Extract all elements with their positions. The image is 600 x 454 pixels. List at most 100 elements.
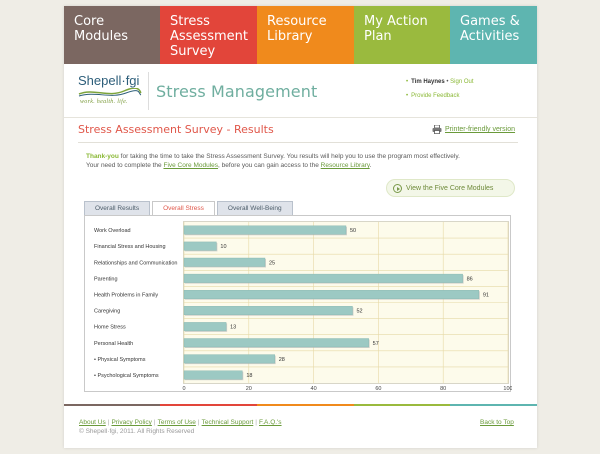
view-core-modules-label: View the Five Core Modules	[406, 184, 494, 192]
intro-text: Thank-you for taking the time to take th…	[86, 152, 516, 170]
chart-frame: 0 20 40 60 80 100 Work Overload 50 Financial Str…	[84, 215, 512, 392]
footer-separator: |	[153, 419, 156, 426]
nav-item-label: Activities	[460, 29, 520, 44]
category-label: • Psychological Symptoms	[94, 373, 159, 379]
tab-overall-results[interactable]: Overall Results	[84, 201, 151, 215]
category-label: Health Problems in Family	[94, 292, 158, 298]
x-tick-label: 0	[182, 386, 185, 392]
logo-name: Shepell·fgi	[78, 73, 140, 88]
bar	[183, 289, 480, 299]
bar-value-label: 52	[356, 309, 362, 315]
footer-separator: |	[107, 419, 110, 426]
nav-item-games-activities[interactable]: Games & Activities	[450, 6, 537, 64]
footer-link-technical-support[interactable]: Technical Support	[202, 419, 254, 426]
nav-item-core-modules[interactable]: Core Modules	[64, 6, 160, 64]
footer-color-segment	[64, 404, 160, 406]
bar-value-label: 28	[279, 357, 285, 363]
bar-value-label: 50	[350, 228, 356, 234]
results-tabs: Overall Results Overall Stress Overall Wel…	[84, 201, 295, 215]
bar	[183, 338, 369, 348]
logo-tagline: work. health. life.	[80, 99, 128, 105]
bar-value-label: 57	[373, 341, 379, 347]
logo-swoosh-icon	[78, 88, 142, 97]
nav-item-stress-assessment-survey[interactable]: Stress Assessment Survey	[160, 6, 257, 64]
nav-item-my-action-plan[interactable]: My Action Plan	[354, 6, 450, 64]
intro-line2-c: .	[369, 162, 372, 169]
nav-item-label: Plan	[364, 29, 392, 44]
bullet-icon: •	[406, 79, 409, 85]
bar-value-label: 18	[246, 373, 252, 379]
nav-item-label: Games &	[460, 14, 520, 29]
user-box: • Tim Haynes • Sign Out • Provide Feedback	[406, 79, 474, 99]
user-name: Tim Haynes	[411, 79, 445, 85]
provide-feedback-link[interactable]: Provide Feedback	[411, 93, 459, 99]
shepell-fgi-logo[interactable]: Shepell·fgi work. health. life.	[78, 73, 148, 109]
bar	[183, 257, 266, 267]
category-label: Parenting	[94, 276, 118, 282]
footer-color-segment	[450, 404, 537, 406]
tab-overall-stress[interactable]: Overall Stress	[152, 201, 215, 215]
intro-line2-b: , before you can gain access to the	[218, 162, 321, 169]
page-heading: Stress Management	[156, 82, 318, 101]
title-divider	[78, 142, 518, 143]
arrow-circle-icon	[393, 183, 402, 193]
footer-separator: |	[255, 419, 257, 426]
nav-item-label: Stress	[170, 14, 210, 29]
intro-line1: for taking the time to take the Stress A…	[118, 153, 460, 160]
category-label: • Physical Symptoms	[94, 357, 146, 363]
category-label: Personal Health	[94, 341, 133, 347]
footer-link-terms-of-use[interactable]: Terms of Use	[158, 419, 196, 426]
overall-stress-chart: 0 20 40 60 80 100 Work Overload 50 Financial Str…	[94, 222, 512, 392]
results-title: Stress Assessment Survey - Results	[78, 123, 274, 136]
footer-color-segment	[160, 404, 257, 406]
back-to-top-link[interactable]: Back to Top	[480, 419, 514, 426]
bar-value-label: 91	[483, 292, 489, 298]
x-tick-label: 60	[375, 386, 381, 392]
footer-color-segment	[354, 404, 450, 406]
main-nav: Core Modules Stress Assessment Survey Resour…	[64, 6, 537, 64]
nav-item-label: Survey	[170, 44, 216, 59]
header-divider	[148, 72, 149, 110]
nav-item-resource-library[interactable]: Resource Library	[257, 6, 354, 64]
nav-item-label: My Action	[364, 14, 428, 29]
footer-separator: |	[197, 419, 200, 426]
category-label: Relationships and Communication	[94, 260, 177, 266]
footer-links: About Us | Privacy Policy | Terms of Use | Tec…	[79, 419, 282, 426]
bar	[183, 354, 275, 364]
x-tick-label: 100	[503, 386, 512, 392]
bar-value-label: 25	[269, 260, 275, 266]
nav-item-label: Core Modules	[74, 14, 129, 44]
sign-out-link[interactable]: Sign Out	[450, 79, 473, 85]
site-header: Shepell·fgi work. health. life. Stress M…	[64, 64, 537, 118]
bar	[183, 370, 243, 380]
printer-friendly-link[interactable]: Printer-friendly version	[432, 125, 515, 134]
footer-link-f-a-q-s[interactable]: F.A.Q.'s	[259, 419, 282, 426]
tab-overall-well-being[interactable]: Overall Well-Being	[216, 201, 293, 215]
footer-link-privacy-policy[interactable]: Privacy Policy	[111, 419, 151, 426]
bar	[183, 322, 227, 332]
bar	[183, 241, 217, 251]
nav-item-label: Resource	[267, 14, 327, 29]
category-label: Financial Stress and Housing	[94, 244, 166, 250]
bar-value-label: 86	[467, 276, 473, 282]
category-label: Caregiving	[94, 309, 120, 315]
x-tick-label: 40	[311, 386, 317, 392]
footer-link-about-us[interactable]: About Us	[79, 419, 106, 426]
bar-value-label: 10	[220, 244, 226, 250]
resource-library-link[interactable]: Resource Library	[321, 162, 370, 169]
page-container: Core Modules Stress Assessment Survey Resour…	[64, 6, 537, 448]
copyright: © Shepell·fgi, 2011. All Rights Reserved	[79, 428, 195, 435]
bar	[183, 273, 463, 283]
x-tick-label: 80	[440, 386, 446, 392]
footer-color-segment	[257, 404, 354, 406]
five-core-modules-link[interactable]: Five Core Modules	[163, 162, 218, 169]
category-label: Work Overload	[94, 228, 131, 234]
category-label: Home Stress	[94, 325, 126, 331]
bullet-icon: •	[406, 93, 409, 99]
intro-line2-a: Your need to complete the	[86, 162, 164, 169]
printer-icon	[432, 125, 442, 134]
bar-value-label: 13	[230, 325, 236, 331]
view-core-modules-button[interactable]: View the Five Core Modules	[386, 179, 515, 197]
bar	[183, 225, 347, 235]
nav-item-label: Library	[267, 29, 313, 44]
